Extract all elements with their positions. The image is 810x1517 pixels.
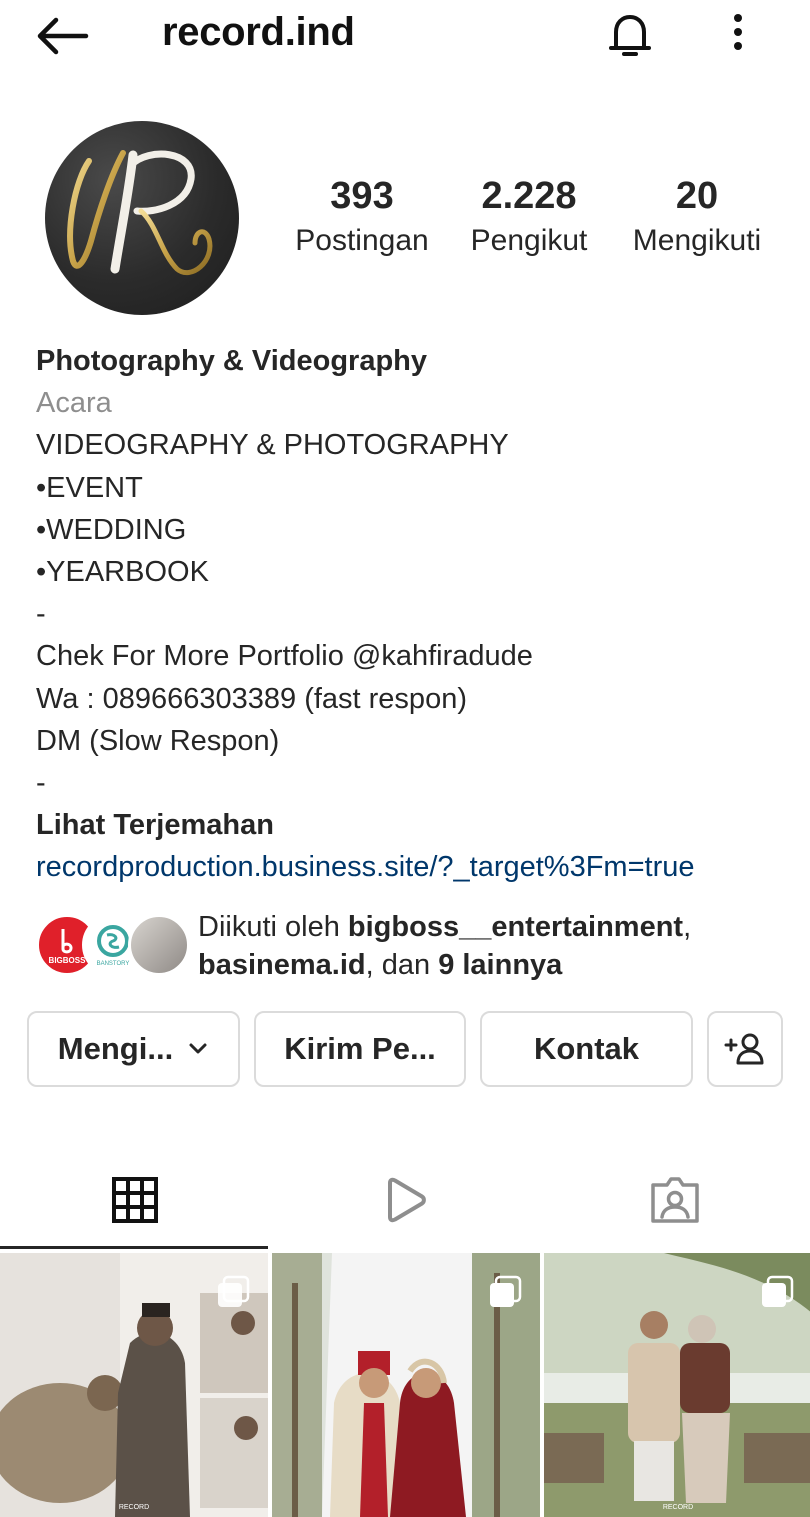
followers-count: 2.228 bbox=[481, 175, 577, 217]
svg-text:BANSTORY: BANSTORY bbox=[97, 961, 130, 967]
multiple-photos-icon bbox=[218, 1275, 250, 1307]
svg-text:RECORD: RECORD bbox=[663, 1504, 693, 1511]
chevron-down-icon bbox=[189, 1043, 207, 1054]
bio-line: •WEDDING bbox=[36, 513, 187, 546]
back-button[interactable] bbox=[36, 16, 92, 56]
top-bar: record.ind bbox=[0, 0, 810, 72]
profile-tabs bbox=[0, 1150, 810, 1250]
following-count: 20 bbox=[675, 175, 719, 217]
contact-button[interactable]: Kontak bbox=[480, 1011, 693, 1087]
bio-line: VIDEOGRAPHY & PHOTOGRAPHY bbox=[36, 429, 509, 462]
logo-monogram-icon bbox=[67, 150, 213, 276]
mutual-followers[interactable]: BIGBOSS BANSTORY Diikuti oleh bigboss__e… bbox=[36, 906, 796, 986]
followers-label: Pengikut bbox=[470, 224, 588, 257]
avatar bbox=[128, 914, 190, 976]
bio-line: - bbox=[36, 766, 46, 799]
bio-name: Photography & Videography bbox=[36, 345, 428, 377]
multiple-photos-icon bbox=[762, 1275, 794, 1307]
svg-text:BIGBOSS: BIGBOSS bbox=[49, 956, 87, 965]
tab-tagged[interactable] bbox=[540, 1150, 810, 1250]
post-thumbnail[interactable] bbox=[272, 1253, 540, 1517]
post-thumbnail[interactable]: RECORD bbox=[0, 1253, 268, 1517]
following-button-label: Mengi... bbox=[57, 1031, 174, 1066]
followers-stat[interactable]: 2.228 Pengikut bbox=[462, 175, 596, 258]
following-stat[interactable]: 20 Mengikuti bbox=[624, 175, 770, 258]
tab-posts-grid[interactable] bbox=[0, 1150, 270, 1250]
website-link[interactable]: recordproduction.business.site/?_target%… bbox=[36, 846, 786, 888]
add-person-icon bbox=[724, 1033, 764, 1065]
suggested-accounts-button[interactable] bbox=[707, 1011, 783, 1087]
contact-button-label: Kontak bbox=[533, 1031, 640, 1066]
more-options-button[interactable] bbox=[722, 10, 754, 60]
notifications-button[interactable] bbox=[604, 10, 656, 60]
see-translation-link[interactable]: Lihat Terjemahan bbox=[36, 804, 786, 846]
grid-icon bbox=[112, 1177, 158, 1223]
tab-reels[interactable] bbox=[270, 1150, 540, 1250]
bio-line: Wa : 089666303389 (fast respon) bbox=[36, 682, 467, 715]
posts-grid: RECORD RECORD bbox=[0, 1253, 810, 1517]
following-button[interactable]: Mengi... bbox=[27, 1011, 240, 1087]
active-tab-indicator bbox=[0, 1246, 268, 1249]
post-thumbnail[interactable]: RECORD bbox=[544, 1253, 810, 1517]
play-icon bbox=[388, 1177, 426, 1223]
profile-bio: Photography & Videography Acara VIDEOGRA… bbox=[36, 340, 786, 888]
posts-count: 393 bbox=[330, 175, 394, 217]
profile-username: record.ind bbox=[162, 10, 355, 54]
message-button[interactable]: Kirim Pe... bbox=[254, 1011, 466, 1087]
following-label: Mengikuti bbox=[632, 224, 762, 257]
profile-avatar[interactable] bbox=[45, 121, 239, 315]
bio-line: - bbox=[36, 598, 46, 631]
bio-line: •YEARBOOK bbox=[36, 555, 209, 588]
more-vertical-icon bbox=[734, 14, 742, 50]
multiple-photos-icon bbox=[490, 1275, 522, 1307]
tagged-person-icon bbox=[651, 1177, 699, 1223]
bio-line: DM (Slow Respon) bbox=[36, 724, 280, 757]
bio-line: Chek For More Portfolio @kahfiradude bbox=[36, 640, 533, 673]
followed-by-text: Diikuti oleh bigboss__entertainment, bas… bbox=[198, 911, 692, 981]
arrow-left-icon bbox=[37, 17, 89, 55]
bio-line: •EVENT bbox=[36, 471, 143, 504]
posts-stat[interactable]: 393 Postingan bbox=[288, 175, 436, 258]
message-button-label: Kirim Pe... bbox=[284, 1031, 436, 1066]
posts-label: Postingan bbox=[295, 224, 429, 257]
mutual-avatars: BIGBOSS BANSTORY bbox=[36, 914, 190, 976]
bell-icon bbox=[609, 15, 651, 56]
bio-category[interactable]: Acara bbox=[36, 382, 786, 424]
svg-text:RECORD: RECORD bbox=[119, 1504, 149, 1511]
